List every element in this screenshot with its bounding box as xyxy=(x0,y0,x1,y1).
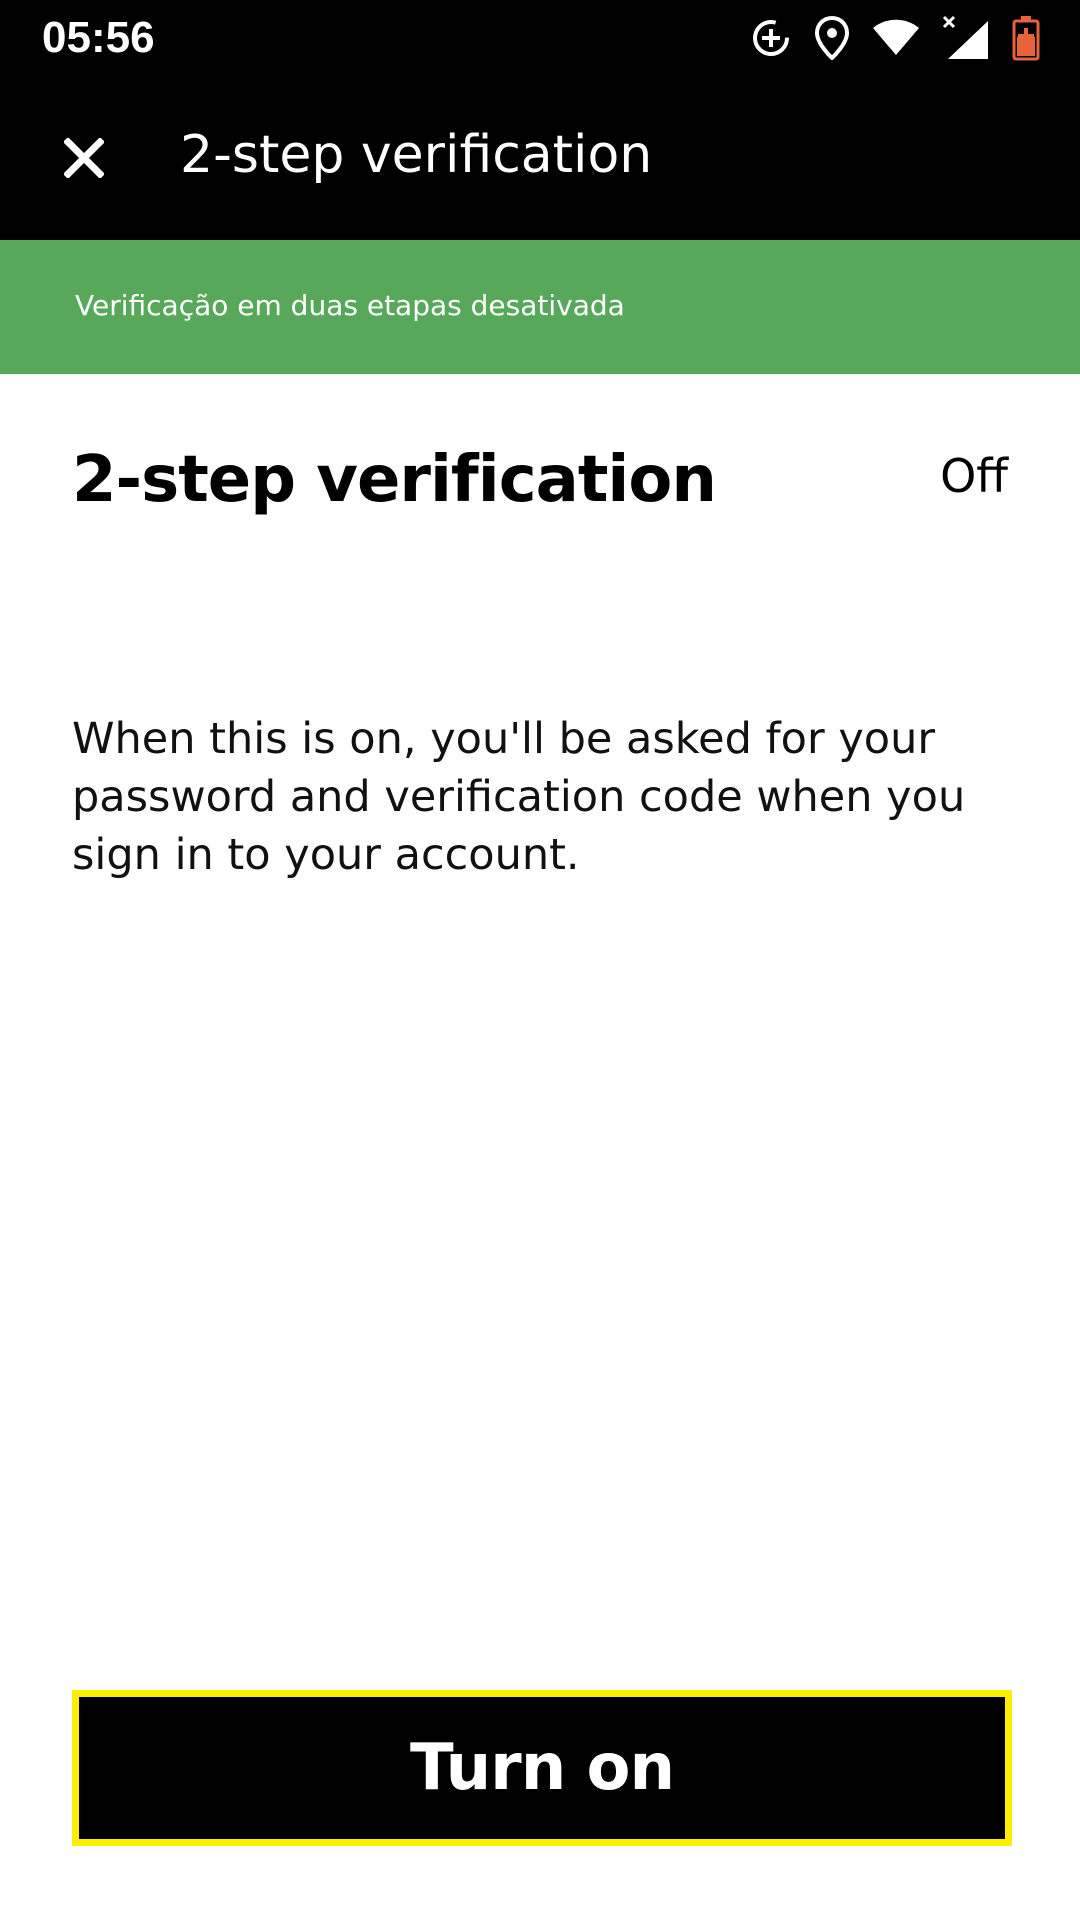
close-icon xyxy=(64,138,104,178)
status-banner: Verificação em duas etapas desativada xyxy=(0,240,1080,374)
setting-status: Off xyxy=(940,449,1008,503)
toolbar-title: 2-step verification xyxy=(180,125,653,185)
data-saver-icon xyxy=(750,17,792,59)
status-icons xyxy=(728,0,1040,76)
location-icon xyxy=(814,16,850,60)
battery-charging-icon xyxy=(1012,15,1040,61)
screen: 05:56 2-step verification Verificação em… xyxy=(0,0,1080,1920)
close-button[interactable] xyxy=(40,118,128,198)
setting-title: 2-step verification xyxy=(72,443,717,517)
status-bar: 05:56 xyxy=(0,0,1080,76)
turn-on-button[interactable]: Turn on xyxy=(72,1690,1012,1846)
turn-on-label: Turn on xyxy=(409,1731,675,1805)
status-time: 05:56 xyxy=(42,13,155,62)
setting-description: When this is on, you'll be asked for you… xyxy=(72,714,966,880)
signal-no-data-icon xyxy=(942,15,990,61)
wifi-icon xyxy=(872,19,920,57)
banner-text: Verificação em duas etapas desativada xyxy=(75,289,625,322)
toolbar: 2-step verification xyxy=(0,76,1080,240)
